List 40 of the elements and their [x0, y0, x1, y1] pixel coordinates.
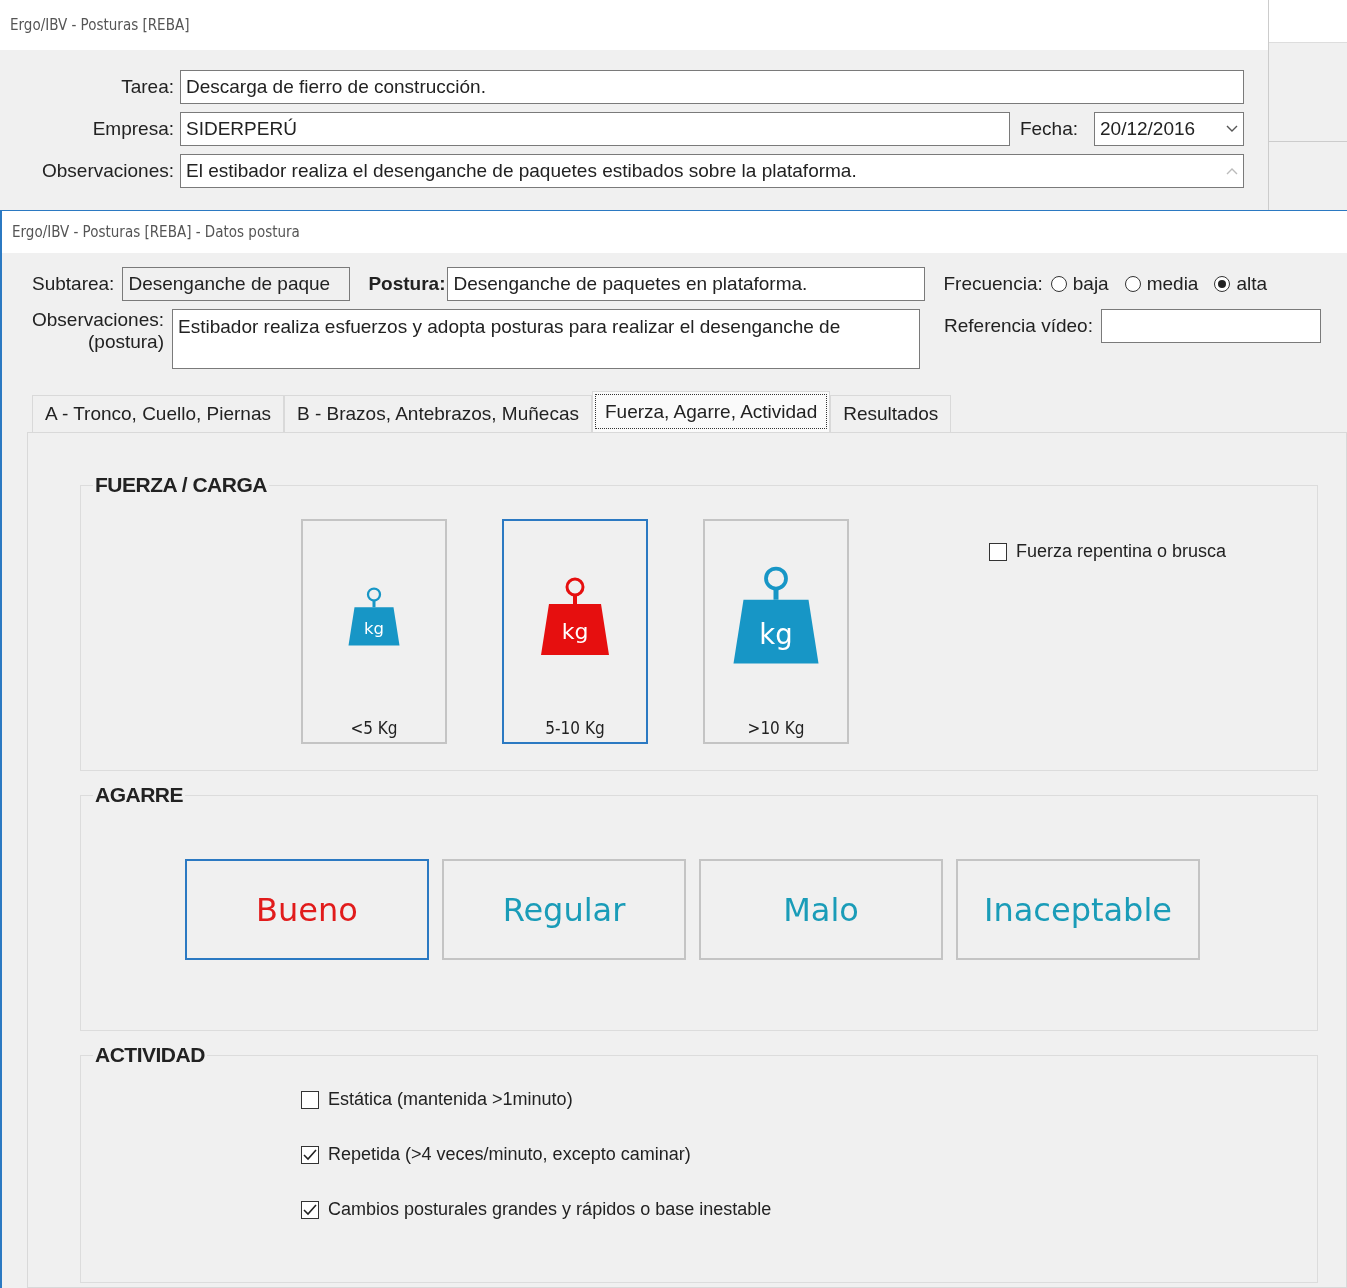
- text-field[interactable]: Desenganche de paque: [122, 267, 351, 301]
- tab[interactable]: Resultados: [830, 395, 952, 432]
- weight-option[interactable]: kg 5-10 Kg: [502, 519, 648, 744]
- text-area[interactable]: El estibador realiza el desenganche de paquetes estibados sobre la plataforma.: [180, 154, 1244, 188]
- field-label: Postura:: [368, 273, 446, 295]
- weight-option[interactable]: kg <5 Kg: [301, 519, 447, 744]
- field-label: Empresa:: [91, 118, 175, 140]
- tab[interactable]: B - Brazos, Antebrazos, Muñecas: [284, 395, 592, 432]
- chevron-down-icon: [1226, 125, 1238, 133]
- grip-option[interactable]: Bueno: [185, 859, 429, 960]
- tab[interactable]: A - Tronco, Cuello, Piernas: [32, 395, 284, 432]
- text-field[interactable]: SIDERPERÚ: [180, 112, 1010, 146]
- radio-button[interactable]: baja: [1050, 273, 1109, 295]
- sudden-force-checkbox[interactable]: Fuerza repentina o brusca: [989, 541, 1227, 562]
- activity-checkbox[interactable]: Estática (mantenida >1minuto): [301, 1089, 1305, 1110]
- field-label: Fecha:: [1019, 118, 1079, 140]
- field-label: Frecuencia:: [943, 273, 1043, 295]
- text-field[interactable]: Desenganche de paquetes en plataforma.: [447, 267, 926, 301]
- field-label: Observaciones:: [32, 309, 164, 331]
- section-title: ACTIVIDAD: [94, 1043, 206, 1067]
- field-label: (postura): [88, 331, 164, 353]
- field-label: Subtarea:: [32, 273, 115, 295]
- radio-button[interactable]: alta: [1214, 273, 1268, 295]
- text-area[interactable]: Estibador realiza esfuerzos y adopta posturas para realizar el desenganche de: [172, 309, 920, 369]
- section-title: AGARRE: [94, 783, 184, 807]
- field-label: Referencia vídeo:: [944, 315, 1093, 337]
- text-field[interactable]: [1100, 309, 1321, 343]
- field-label: Tarea:: [120, 76, 175, 98]
- tab[interactable]: Fuerza, Agarre, Actividad: [591, 391, 831, 432]
- checkmark-icon: [303, 1203, 317, 1216]
- field-label: Observaciones:: [41, 160, 175, 182]
- activity-checkbox[interactable]: Repetida (>4 veces/minuto, excepto caminar): [301, 1144, 1305, 1165]
- activity-checkbox[interactable]: Cambios posturales grandes y rápidos o base inestable: [301, 1199, 1305, 1220]
- date-field[interactable]: 20/12/2016: [1094, 112, 1244, 146]
- checkmark-icon: [303, 1148, 317, 1161]
- section-title: FUERZA / CARGA: [94, 473, 268, 497]
- scroll-up-icon: [1226, 167, 1238, 175]
- radio-button[interactable]: media: [1124, 273, 1199, 295]
- weight-option[interactable]: kg >10 Kg: [703, 519, 849, 744]
- text-field[interactable]: Descarga de fierro de construcción.: [180, 70, 1244, 104]
